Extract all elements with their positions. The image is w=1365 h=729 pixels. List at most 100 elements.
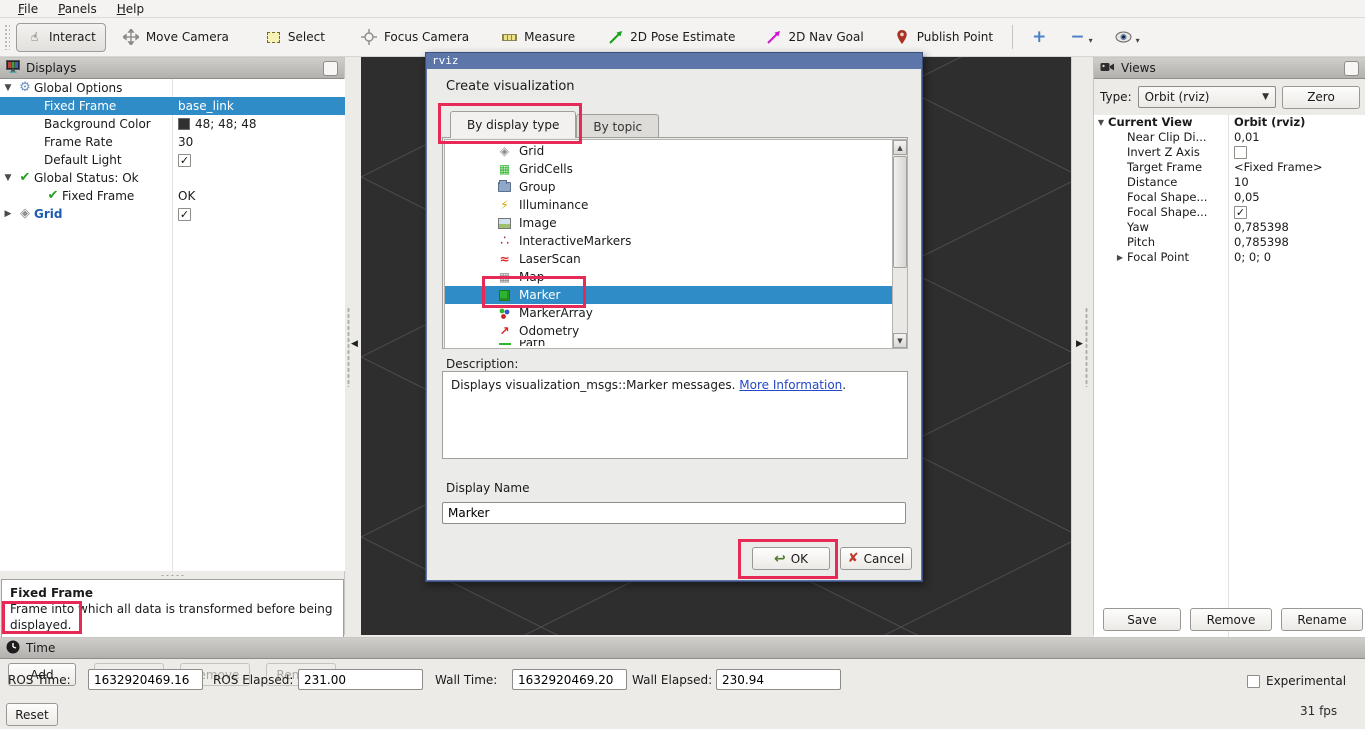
wall-time-input[interactable]: [512, 669, 627, 690]
expander-right-icon[interactable]: [1113, 250, 1127, 265]
list-item-image[interactable]: Image: [445, 214, 907, 232]
select-tool-button[interactable]: Select: [256, 24, 334, 51]
row-value[interactable]: 0,01: [1234, 130, 1260, 145]
checkbox-unchecked[interactable]: [1247, 675, 1260, 688]
list-item-interactivemarkers[interactable]: ∴ InteractiveMarkers: [445, 232, 907, 250]
tree-row-target-frame[interactable]: Target Frame <Fixed Frame>: [1094, 160, 1365, 175]
remove-tool-button[interactable]: − ▾: [1061, 24, 1101, 51]
checkbox-checked[interactable]: [178, 154, 191, 167]
tree-row-global-status[interactable]: ✔ Global Status: Ok: [0, 169, 345, 187]
row-value[interactable]: 30: [178, 133, 193, 151]
display-type-list[interactable]: ◈ Grid ▦ GridCells Group ⚡ Illuminance I…: [444, 139, 908, 349]
tree-row-invert-z[interactable]: Invert Z Axis: [1094, 145, 1365, 160]
wall-elapsed-input[interactable]: [716, 669, 841, 690]
menu-file[interactable]: File: [10, 1, 46, 17]
ros-elapsed-input[interactable]: [298, 669, 423, 690]
list-item-laserscan[interactable]: ≈ LaserScan: [445, 250, 907, 268]
move-camera-tool-button[interactable]: Move Camera: [114, 24, 238, 51]
panel-float-button[interactable]: [1344, 61, 1359, 76]
tree-row-near-clip[interactable]: Near Clip Di... 0,01: [1094, 130, 1365, 145]
list-item-path-clipped[interactable]: Path: [445, 340, 907, 346]
tree-row-pitch[interactable]: Pitch 0,785398: [1094, 235, 1365, 250]
cancel-button[interactable]: ✘ Cancel: [840, 547, 912, 570]
list-item-marker-selected[interactable]: Marker: [445, 286, 907, 304]
interact-tool-button[interactable]: ☝ Interact: [16, 23, 106, 52]
collapse-left-icon[interactable]: ◀: [351, 339, 358, 349]
nav-goal-tool-button[interactable]: 2D Nav Goal: [756, 24, 872, 51]
zero-button[interactable]: Zero: [1282, 86, 1360, 109]
row-value[interactable]: <Fixed Frame>: [1234, 160, 1323, 175]
row-value[interactable]: 10: [1234, 175, 1249, 190]
tab-by-display-type[interactable]: By display type: [450, 111, 576, 138]
more-information-link[interactable]: More Information: [739, 378, 842, 392]
row-value[interactable]: 0; 0; 0: [1234, 250, 1271, 265]
checkbox-checked[interactable]: [178, 208, 191, 221]
tree-row-fixed-frame[interactable]: Fixed Frame base_link: [0, 97, 345, 115]
expander-right-icon[interactable]: [0, 205, 16, 223]
list-item-illuminance[interactable]: ⚡ Illuminance: [445, 196, 907, 214]
tree-row-focal-point[interactable]: Focal Point 0; 0; 0: [1094, 250, 1365, 265]
tree-row-frame-rate[interactable]: Frame Rate 30: [0, 133, 345, 151]
focus-camera-tool-button[interactable]: Focus Camera: [352, 24, 478, 51]
expander-down-icon[interactable]: [0, 169, 16, 187]
left-splitter[interactable]: ◀: [345, 57, 361, 635]
splitter-handle[interactable]: [1085, 307, 1088, 387]
tree-row-focal-shape-fixed[interactable]: Focal Shape...: [1094, 205, 1365, 220]
collapse-right-icon[interactable]: ▶: [1076, 339, 1083, 349]
list-item-map[interactable]: ▦ Map: [445, 268, 907, 286]
toolbar-grip[interactable]: [4, 24, 10, 50]
checkbox-checked[interactable]: [1234, 206, 1247, 219]
row-value[interactable]: base_link: [178, 97, 234, 115]
list-item-odometry[interactable]: ↗ Odometry: [445, 322, 907, 340]
row-value[interactable]: 0,785398: [1234, 220, 1289, 235]
green-arrow-icon: [607, 29, 624, 46]
publish-point-tool-button[interactable]: Publish Point: [885, 24, 1002, 51]
tree-row-focal-shape-size[interactable]: Focal Shape... 0,05: [1094, 190, 1365, 205]
panel-float-button[interactable]: [323, 61, 338, 76]
menu-panels[interactable]: Panels: [50, 1, 105, 17]
checkbox-unchecked[interactable]: [1234, 146, 1247, 159]
rename-view-button[interactable]: Rename: [1281, 608, 1363, 631]
display-name-input[interactable]: [442, 502, 906, 524]
tab-by-topic[interactable]: By topic: [576, 114, 659, 138]
publish-point-label: Publish Point: [917, 30, 993, 44]
expander-down-icon[interactable]: [1094, 115, 1108, 130]
list-scrollbar[interactable]: ▲ ▼: [892, 140, 907, 348]
menu-help[interactable]: Help: [109, 1, 152, 17]
tree-row-distance[interactable]: Distance 10: [1094, 175, 1365, 190]
list-item-group[interactable]: Group: [445, 178, 907, 196]
scroll-down-icon[interactable]: ▼: [893, 333, 907, 348]
tree-column-divider[interactable]: [1228, 115, 1229, 657]
tree-row-grid[interactable]: ◈ Grid: [0, 205, 345, 223]
list-item-markerarray[interactable]: MarkerArray: [445, 304, 907, 322]
save-button[interactable]: Save: [1103, 608, 1181, 631]
tree-row-status-fixed-frame[interactable]: ✔ Fixed Frame OK: [0, 187, 345, 205]
ros-time-input[interactable]: [88, 669, 203, 690]
measure-tool-button[interactable]: Measure: [492, 24, 584, 51]
panel-splitter[interactable]: [0, 571, 345, 579]
expander-down-icon[interactable]: [0, 79, 16, 97]
right-splitter[interactable]: ▶: [1071, 57, 1093, 635]
scrollbar-thumb[interactable]: [893, 156, 907, 268]
pose-estimate-tool-button[interactable]: 2D Pose Estimate: [598, 24, 744, 51]
row-value[interactable]: 0,785398: [1234, 235, 1289, 250]
ok-button[interactable]: ↩ OK: [752, 547, 830, 570]
view-type-combobox[interactable]: Orbit (rviz) ▼: [1138, 86, 1276, 108]
row-value[interactable]: 0,05: [1234, 190, 1260, 205]
remove-view-button[interactable]: Remove: [1190, 608, 1272, 631]
dialog-titlebar[interactable]: rviz: [426, 53, 922, 69]
check-icon: ✔: [44, 187, 62, 205]
row-value[interactable]: 48; 48; 48: [195, 115, 257, 133]
tree-row-default-light[interactable]: Default Light: [0, 151, 345, 169]
list-item-grid[interactable]: ◈ Grid: [445, 142, 907, 160]
tree-row-global-options[interactable]: ⚙ Global Options: [0, 79, 345, 97]
tree-row-yaw[interactable]: Yaw 0,785398: [1094, 220, 1365, 235]
scroll-up-icon[interactable]: ▲: [893, 140, 907, 155]
splitter-handle[interactable]: [347, 307, 350, 387]
tool-properties-button[interactable]: ▾: [1106, 24, 1149, 51]
tree-row-background-color[interactable]: Background Color 48; 48; 48: [0, 115, 345, 133]
add-tool-button[interactable]: +: [1023, 24, 1055, 51]
reset-button[interactable]: Reset: [6, 703, 58, 726]
tree-row-current-view[interactable]: Current View Orbit (rviz): [1094, 115, 1365, 130]
list-item-gridcells[interactable]: ▦ GridCells: [445, 160, 907, 178]
